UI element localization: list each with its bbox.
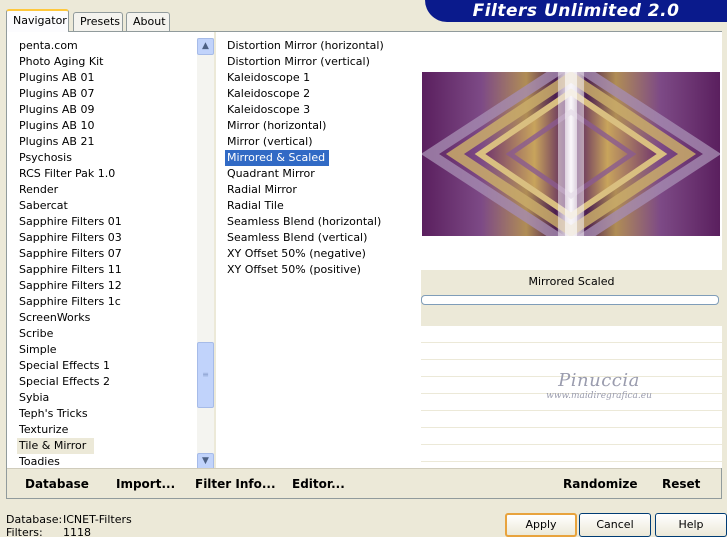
category-item[interactable]: Sapphire Filters 07 xyxy=(17,246,197,262)
divider xyxy=(214,32,216,468)
apply-button[interactable]: Apply xyxy=(505,513,577,537)
database-value: ICNET-Filters xyxy=(63,513,132,526)
parameter-row[interactable] xyxy=(421,445,722,462)
window-title: Filters Unlimited 2.0 xyxy=(425,0,727,22)
filter-item[interactable]: XY Offset 50% (negative) xyxy=(225,246,420,262)
category-item[interactable]: Sapphire Filters 03 xyxy=(17,230,197,246)
parameter-row[interactable] xyxy=(421,411,722,428)
filter-item[interactable]: Mirror (vertical) xyxy=(225,134,420,150)
parameter-row[interactable] xyxy=(421,326,722,343)
help-button[interactable]: Help xyxy=(655,513,727,537)
category-item[interactable]: Sapphire Filters 01 xyxy=(17,214,197,230)
category-item[interactable]: Plugins AB 01 xyxy=(17,70,197,86)
filter-item[interactable]: Quadrant Mirror xyxy=(225,166,420,182)
category-item[interactable]: Psychosis xyxy=(17,150,197,166)
database-button[interactable]: Database xyxy=(25,477,89,491)
filter-item[interactable]: XY Offset 50% (positive) xyxy=(225,262,420,278)
category-item[interactable]: RCS Filter Pak 1.0 xyxy=(17,166,197,182)
tab-about[interactable]: About xyxy=(126,12,170,31)
category-item[interactable]: Render xyxy=(17,182,197,198)
category-item[interactable]: Sapphire Filters 1c xyxy=(17,294,197,310)
category-item[interactable]: Plugins AB 10 xyxy=(17,118,197,134)
parameter-row[interactable] xyxy=(421,360,722,377)
category-scrollbar[interactable]: ▲ ≡ ▼ xyxy=(197,38,214,470)
parameter-row[interactable] xyxy=(421,377,722,394)
category-item[interactable]: penta.com xyxy=(17,38,197,54)
filter-item[interactable]: Kaleidoscope 1 xyxy=(225,70,420,86)
editor-button[interactable]: Editor... xyxy=(292,477,345,491)
panel-toolbar: Database Import... Filter Info... Editor… xyxy=(7,468,721,498)
tab-navigator[interactable]: Navigator xyxy=(6,9,69,32)
filter-item[interactable]: Radial Mirror xyxy=(225,182,420,198)
category-item[interactable]: Plugins AB 07 xyxy=(17,86,197,102)
category-item[interactable]: Sapphire Filters 11 xyxy=(17,262,197,278)
cancel-button[interactable]: Cancel xyxy=(579,513,651,537)
category-item[interactable]: Teph's Tricks xyxy=(17,406,197,422)
filter-item[interactable]: Seamless Blend (vertical) xyxy=(225,230,420,246)
category-item[interactable]: Texturize xyxy=(17,422,197,438)
database-info: Database:ICNET-Filters Filters: 1118 xyxy=(6,513,132,537)
scroll-up-button[interactable]: ▲ xyxy=(197,38,214,55)
category-item[interactable]: Plugins AB 09 xyxy=(17,102,197,118)
category-item[interactable]: Special Effects 2 xyxy=(17,374,197,390)
category-item[interactable]: Scribe xyxy=(17,326,197,342)
reset-button[interactable]: Reset xyxy=(662,477,700,491)
category-item[interactable]: Special Effects 1 xyxy=(17,358,197,374)
filter-item[interactable]: Mirror (horizontal) xyxy=(225,118,420,134)
navigator-panel: penta.com Photo Aging Kit Plugins AB 01 Plu… xyxy=(6,31,722,499)
filter-item[interactable]: Kaleidoscope 2 xyxy=(225,86,420,102)
category-item[interactable]: Plugins AB 21 xyxy=(17,134,197,150)
filter-item[interactable]: Seamless Blend (horizontal) xyxy=(225,214,420,230)
filters-label: Filters: xyxy=(6,526,43,537)
status-text: Mirrored Scaled xyxy=(528,275,615,288)
filter-item[interactable]: Radial Tile xyxy=(225,198,420,214)
filters-count: 1118 xyxy=(63,526,91,537)
preview-area: Mirrored Scaled Pinuccia www.maidiregraf… xyxy=(421,32,722,468)
category-item[interactable]: Photo Aging Kit xyxy=(17,54,197,70)
database-label: Database: xyxy=(6,513,63,526)
import-button[interactable]: Import... xyxy=(116,477,175,491)
parameter-row[interactable] xyxy=(421,428,722,445)
parameter-row[interactable] xyxy=(421,394,722,411)
tab-presets[interactable]: Presets xyxy=(73,12,123,31)
scroll-thumb[interactable]: ≡ xyxy=(197,342,214,408)
filter-list[interactable]: Distortion Mirror (horizontal) Distortion… xyxy=(225,38,420,470)
category-item[interactable]: ScreenWorks xyxy=(17,310,197,326)
filter-info-button[interactable]: Filter Info... xyxy=(195,477,276,491)
filter-item[interactable]: Distortion Mirror (horizontal) xyxy=(225,38,420,54)
filter-item[interactable]: Kaleidoscope 3 xyxy=(225,102,420,118)
category-item[interactable]: Sabercat xyxy=(17,198,197,214)
category-item[interactable]: Tile & Mirror xyxy=(17,438,95,454)
category-item[interactable]: Sybia xyxy=(17,390,197,406)
preview-image xyxy=(422,72,720,236)
category-item[interactable]: Sapphire Filters 12 xyxy=(17,278,197,294)
parameter-row[interactable] xyxy=(421,343,722,360)
progress-bar xyxy=(421,295,719,305)
category-item[interactable]: Simple xyxy=(17,342,197,358)
status-band: Mirrored Scaled xyxy=(421,270,722,326)
parameter-rows xyxy=(421,326,722,468)
randomize-button[interactable]: Randomize xyxy=(563,477,637,491)
filter-item[interactable]: Mirrored & Scaled xyxy=(225,150,330,166)
category-list[interactable]: penta.com Photo Aging Kit Plugins AB 01 Plu… xyxy=(17,38,197,470)
filter-item[interactable]: Distortion Mirror (vertical) xyxy=(225,54,420,70)
